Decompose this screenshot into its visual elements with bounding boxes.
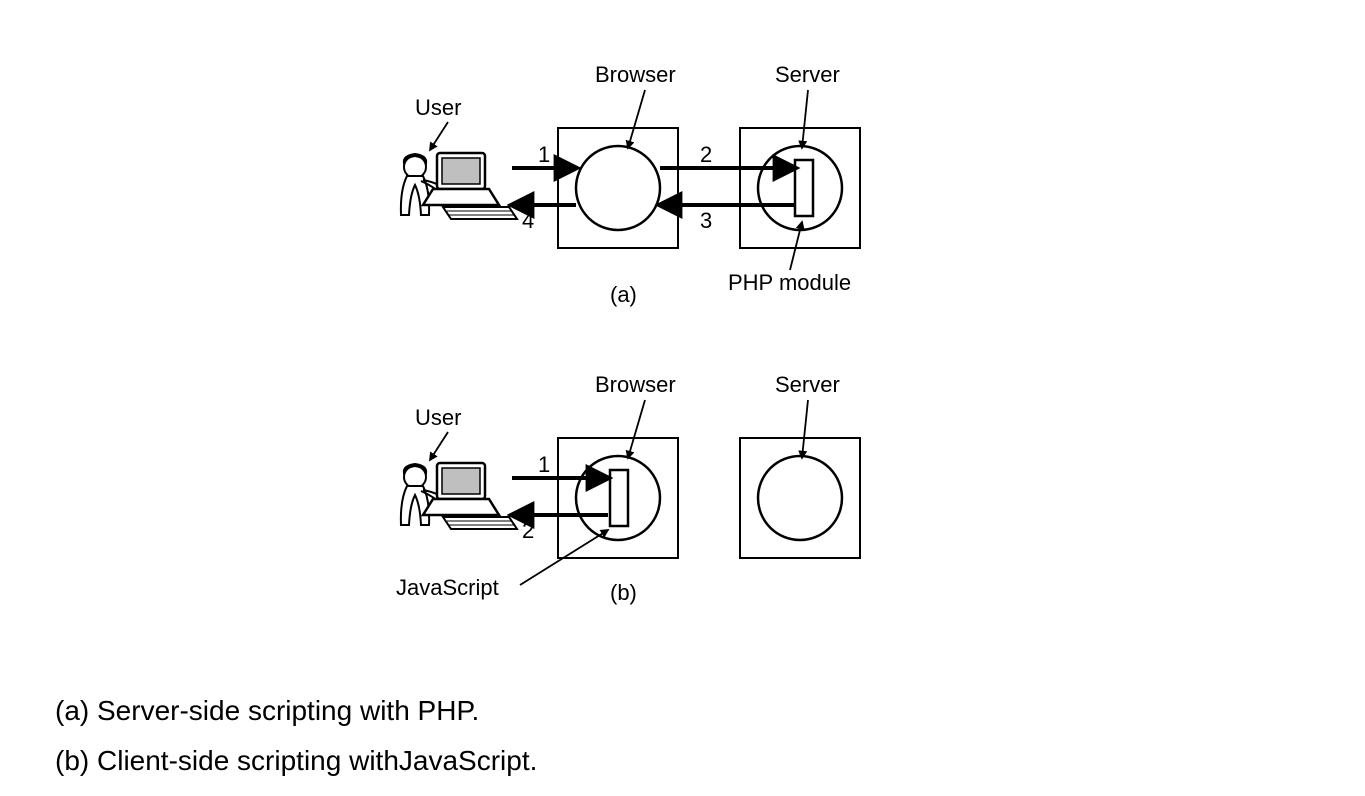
js-label: JavaScript <box>396 575 499 601</box>
sub-b-label: (b) <box>610 580 637 606</box>
server-label-a: Server <box>775 62 840 88</box>
sub-a-label: (a) <box>610 282 637 308</box>
scripting-diagram <box>0 0 1365 796</box>
user-label-a: User <box>415 95 461 121</box>
num-b2: 2 <box>522 518 534 544</box>
num-4: 4 <box>522 208 534 234</box>
num-2: 2 <box>700 142 712 168</box>
diagram-b <box>401 400 860 585</box>
browser-label-a: Browser <box>595 62 676 88</box>
user-label-b: User <box>415 405 461 431</box>
browser-label-b: Browser <box>595 372 676 398</box>
browser-circle-a <box>576 146 660 230</box>
server-circle-b <box>758 456 842 540</box>
user-icon-b <box>401 463 517 529</box>
php-module-rect <box>795 160 813 216</box>
num-b1: 1 <box>538 452 550 478</box>
num-3: 3 <box>700 208 712 234</box>
user-icon <box>401 153 517 219</box>
php-label: PHP module <box>728 270 851 296</box>
server-label-b: Server <box>775 372 840 398</box>
caption-b: (b) Client-side scripting withJavaScript… <box>55 745 537 777</box>
caption-a: (a) Server-side scripting with PHP. <box>55 695 479 727</box>
num-1: 1 <box>538 142 550 168</box>
diagram-a <box>401 90 860 270</box>
js-module-rect <box>610 470 628 526</box>
